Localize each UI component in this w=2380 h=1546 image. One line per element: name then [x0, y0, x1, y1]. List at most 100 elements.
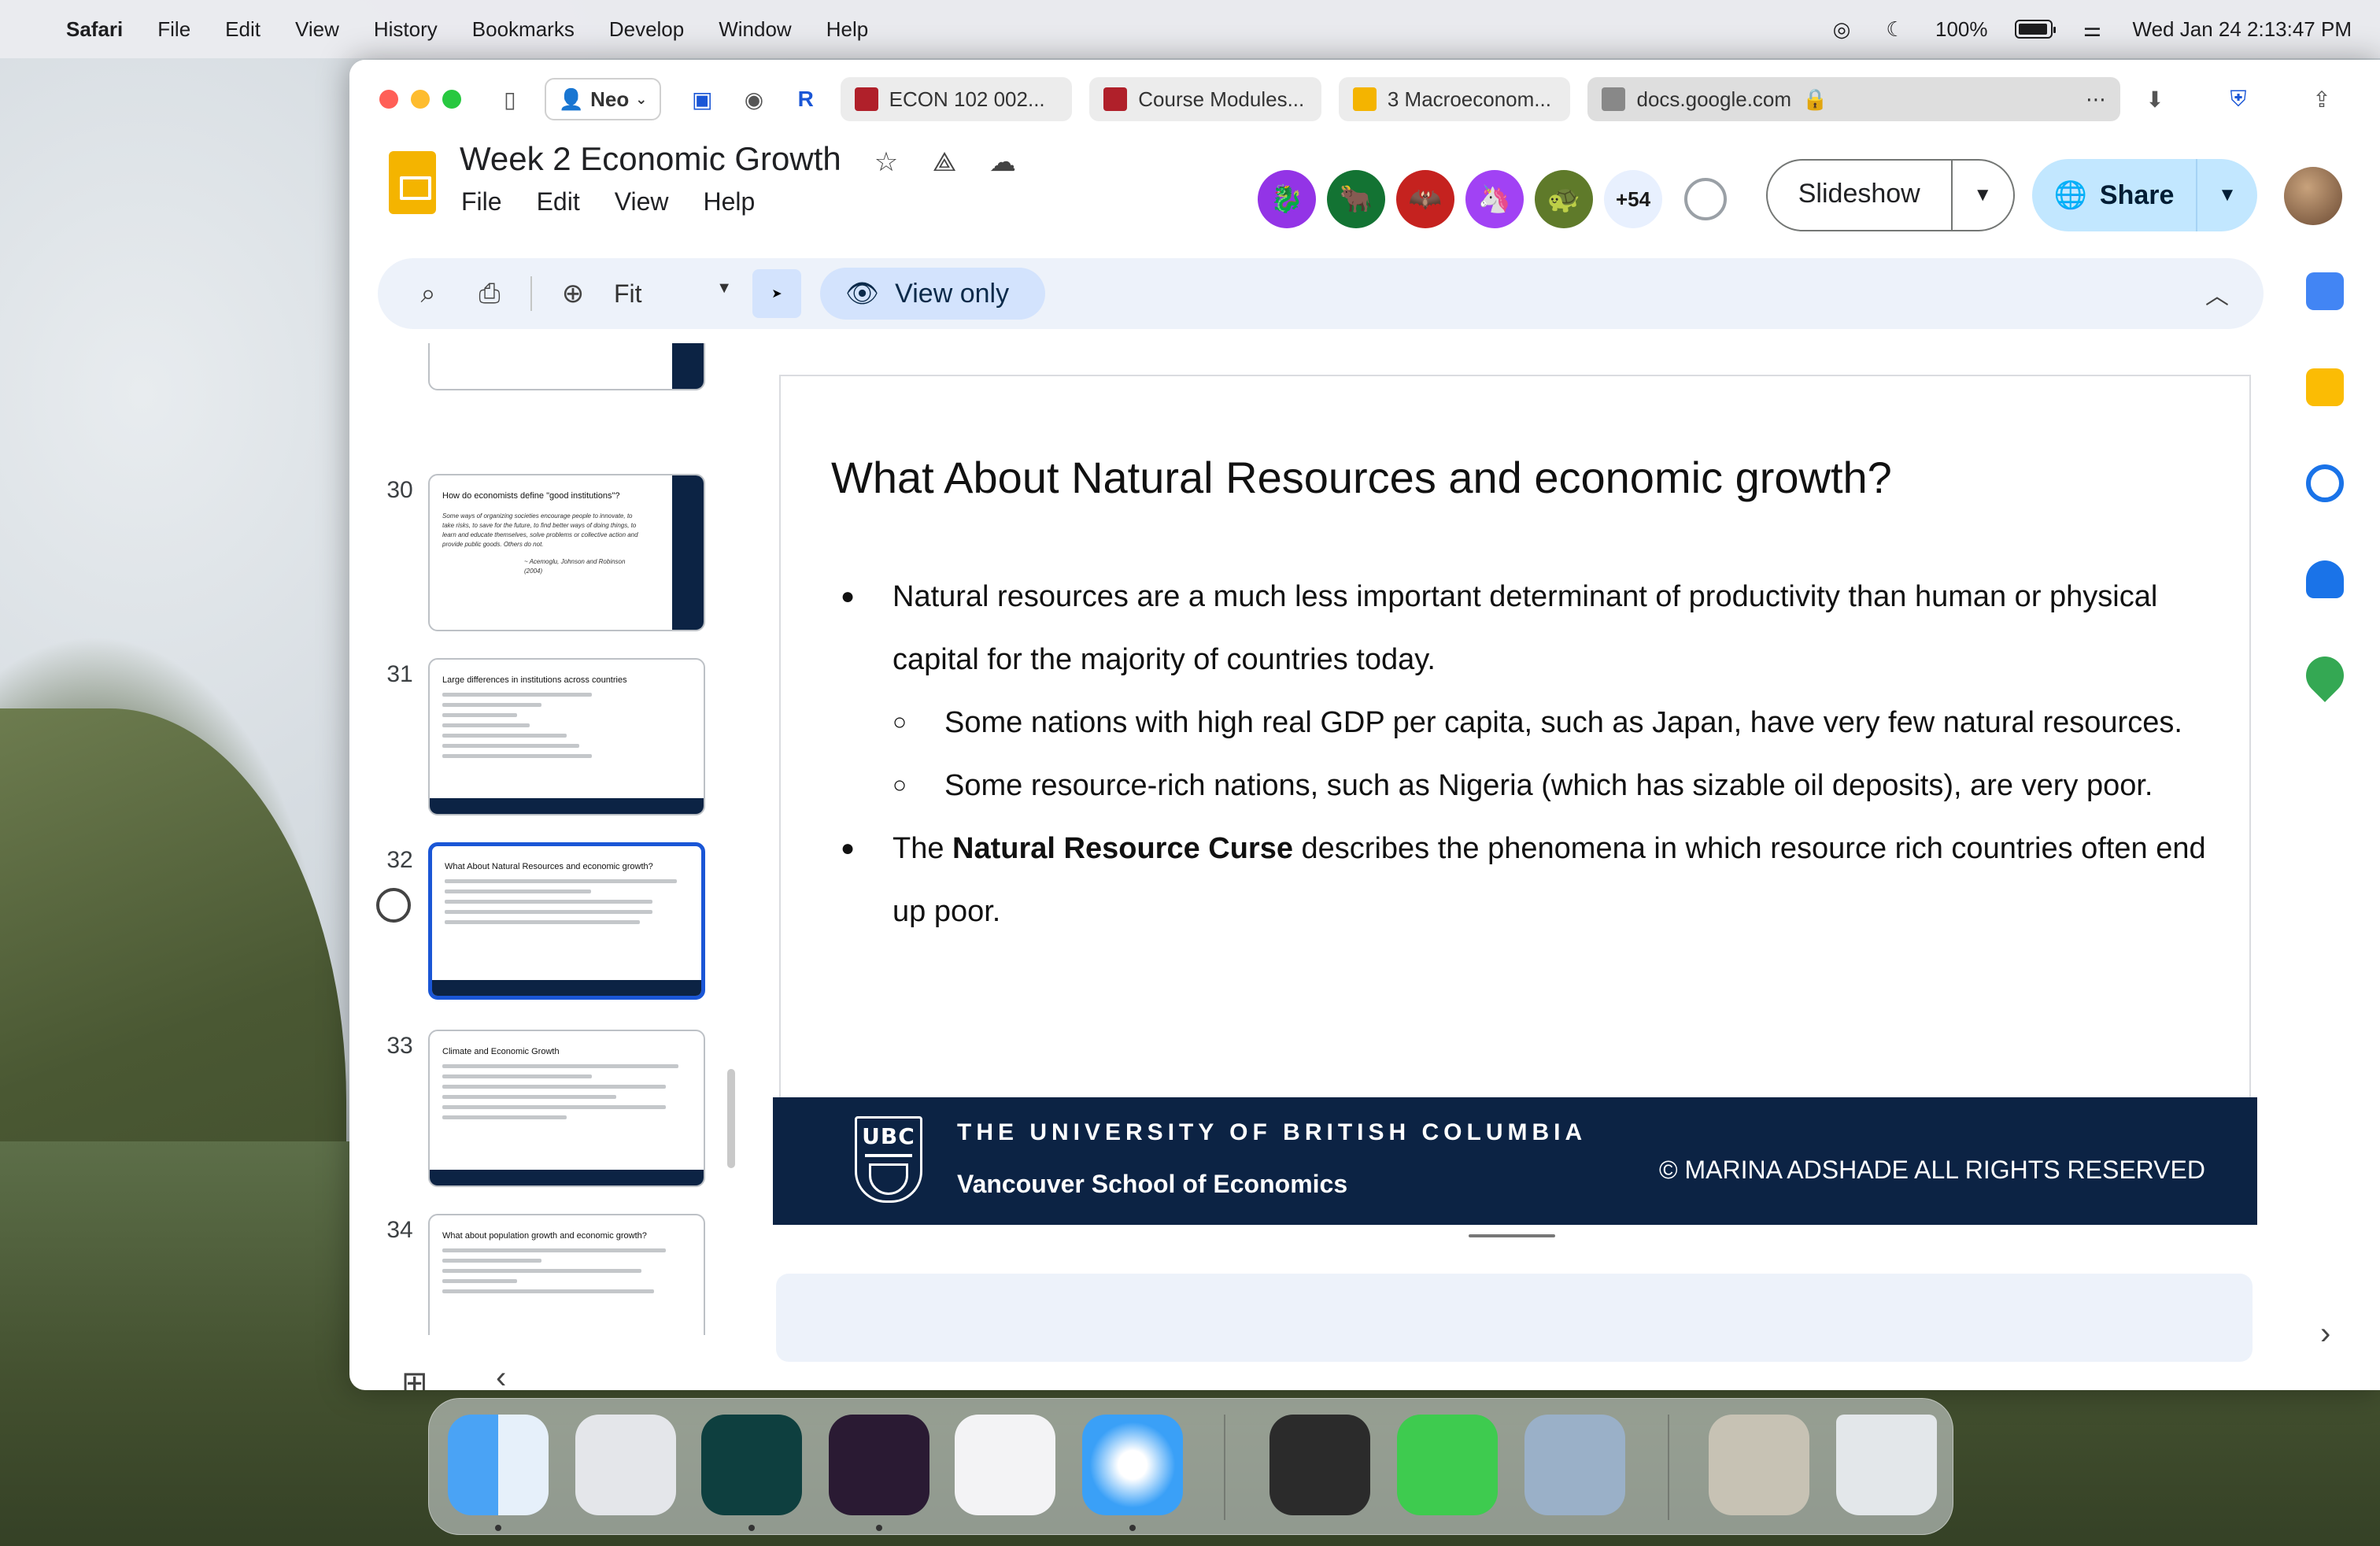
launchpad-icon[interactable]	[575, 1415, 676, 1515]
grid-view-icon[interactable]: ⊞	[401, 1365, 428, 1390]
bullet-item: Natural resources are a much less import…	[841, 565, 2241, 691]
profile-button[interactable]: 👤 Neo ⌄	[544, 78, 662, 120]
more-options-icon[interactable]: ⋯	[2086, 87, 2106, 112]
tab-course-modules[interactable]: Course Modules...	[1089, 77, 1321, 121]
copilot-icon[interactable]	[955, 1415, 1055, 1515]
google-slides-logo-icon[interactable]	[389, 151, 436, 214]
sub-bullet-item: Some nations with high real GDP per capi…	[841, 691, 2241, 754]
anonymous-animal-avatar[interactable]: 🐉	[1258, 170, 1316, 228]
speaker-notes-area[interactable]	[776, 1274, 2252, 1362]
downloads-icon[interactable]: ⬇	[2138, 82, 2172, 117]
docs-menu-edit[interactable]: Edit	[537, 187, 580, 216]
zoom-icon[interactable]: ⊕	[552, 273, 593, 314]
trash-icon[interactable]	[1836, 1415, 1937, 1515]
slide-thumbnail-33[interactable]: Climate and Economic Growth	[428, 1030, 705, 1187]
menu-help[interactable]: Help	[826, 17, 868, 42]
select-cursor-icon[interactable]: ➤	[752, 269, 801, 318]
power-app-icon[interactable]	[829, 1415, 929, 1515]
presentation-extension-icon[interactable]: ▣	[685, 82, 719, 117]
focus-moon-icon[interactable]: ☾	[1882, 16, 1909, 43]
screen-recording-icon[interactable]: ◎	[1828, 16, 1855, 43]
bullet-bold-term: Natural Resource Curse	[952, 832, 1293, 865]
slide-thumbnail-34[interactable]: What about population growth and economi…	[428, 1214, 705, 1335]
cloud-saved-icon[interactable]: ☁	[985, 145, 1020, 179]
sidebar-toggle-icon[interactable]: ▯	[493, 82, 527, 117]
keep-icon[interactable]	[2306, 368, 2344, 406]
docs-menu-view[interactable]: View	[615, 187, 669, 216]
finder-icon[interactable]	[448, 1415, 549, 1515]
menu-view[interactable]: View	[295, 17, 339, 42]
tab-econ-102[interactable]: ECON 102 002...	[840, 77, 1073, 121]
tab-macroeconomics[interactable]: 3 Macroeconom...	[1338, 77, 1571, 121]
docs-menu-file[interactable]: File	[461, 187, 502, 216]
search-icon[interactable]: ⌕	[408, 273, 449, 314]
print-icon[interactable]: ⎙	[469, 273, 510, 314]
filmstrip-scrollbar[interactable]	[727, 1069, 735, 1168]
menu-file[interactable]: File	[157, 17, 190, 42]
preview-icon[interactable]	[1524, 1415, 1625, 1515]
view-only-mode[interactable]: 👁 View only	[820, 268, 1046, 320]
slideshow-dropdown-icon[interactable]: ▼	[1953, 184, 2014, 206]
slide-thumbnail-29[interactable]	[428, 343, 705, 390]
share-button[interactable]: 🌐 Share ▼	[2032, 159, 2257, 231]
r-extension-icon[interactable]: R	[789, 82, 823, 117]
document-title[interactable]: Week 2 Economic Growth	[460, 140, 841, 178]
zoom-select[interactable]: Fit ▼	[614, 279, 732, 309]
resize-handle[interactable]	[1469, 1234, 1555, 1237]
menu-edit[interactable]: Edit	[225, 17, 261, 42]
minimize-window-button[interactable]	[411, 90, 430, 109]
bitwarden-shield-icon[interactable]: ⛨	[2221, 82, 2256, 117]
contacts-icon[interactable]	[2306, 560, 2344, 598]
docs-menu-help[interactable]: Help	[703, 187, 755, 216]
anonymous-animal-avatar[interactable]: 🦄	[1465, 170, 1524, 228]
version-history-icon[interactable]	[1684, 178, 1727, 220]
more-collaborators-badge[interactable]: +54	[1604, 170, 1662, 228]
slideshow-button[interactable]: Slideshow ▼	[1766, 159, 2015, 231]
safari-icon[interactable]	[1082, 1415, 1183, 1515]
battery-icon[interactable]	[2014, 20, 2056, 39]
slide-thumbnail-31[interactable]: Large differences in institutions across…	[428, 658, 705, 816]
menu-history[interactable]: History	[374, 17, 438, 42]
account-avatar[interactable]	[2284, 167, 2342, 225]
anonymous-animal-avatar[interactable]: 🐢	[1535, 170, 1593, 228]
chevron-right-icon[interactable]: ›	[2320, 1316, 2330, 1352]
anonymous-animal-avatar[interactable]: 🐂	[1327, 170, 1385, 228]
slideshow-label[interactable]: Slideshow	[1768, 159, 1953, 231]
menu-window[interactable]: Window	[719, 17, 791, 42]
bear-icon[interactable]	[1269, 1415, 1370, 1515]
slide-thumbnail-30[interactable]: How do economists define "good instituti…	[428, 474, 705, 631]
address-text[interactable]: docs.google.com	[1636, 87, 1791, 112]
collapse-menu-icon[interactable]: ︿	[2205, 276, 2229, 311]
thumb-text-lines	[442, 1064, 691, 1126]
calendar-icon[interactable]	[2306, 272, 2344, 310]
share-sheet-icon[interactable]: ⇪	[2304, 82, 2339, 117]
share-dropdown-icon[interactable]: ▼	[2197, 184, 2257, 206]
menubar-clock[interactable]: Wed Jan 24 2:13:47 PM	[2133, 17, 2352, 42]
share-main[interactable]: 🌐 Share	[2032, 159, 2197, 231]
reader-extension-icon[interactable]: ◉	[737, 82, 771, 117]
photos-folder-icon[interactable]	[1709, 1415, 1809, 1515]
fullscreen-window-button[interactable]	[442, 90, 461, 109]
sub-bullet-item: Some resource-rich nations, such as Nige…	[841, 754, 2241, 817]
move-to-drive-icon[interactable]: ⟁	[927, 145, 962, 179]
menu-bookmarks[interactable]: Bookmarks	[472, 17, 575, 42]
close-window-button[interactable]	[379, 90, 398, 109]
tasks-icon[interactable]	[2306, 464, 2344, 502]
menu-develop[interactable]: Develop	[609, 17, 684, 42]
thumb-title: Large differences in institutions across…	[442, 675, 627, 685]
running-indicator	[1129, 1525, 1136, 1531]
tab-label: Course Modules...	[1138, 87, 1305, 111]
ubc-crest-logo: UBC	[855, 1116, 922, 1203]
anonymous-animal-avatar[interactable]: 🦇	[1396, 170, 1454, 228]
collapse-filmstrip-icon[interactable]: ‹	[496, 1360, 506, 1390]
control-center-icon[interactable]: ⚌	[2079, 16, 2106, 43]
tab-active-address[interactable]: docs.google.com 🔒 ⋯	[1587, 77, 2121, 121]
menu-app-name[interactable]: Safari	[66, 17, 123, 42]
messages-icon[interactable]	[1397, 1415, 1498, 1515]
crest-bar	[865, 1154, 912, 1157]
close-tab-icon[interactable]	[1602, 87, 1626, 111]
maps-icon[interactable]	[2298, 649, 2352, 702]
star-icon[interactable]: ☆	[869, 145, 904, 179]
slide-thumbnail-32-selected[interactable]: What About Natural Resources and economi…	[428, 842, 705, 1000]
bluesky-icon[interactable]	[701, 1415, 802, 1515]
